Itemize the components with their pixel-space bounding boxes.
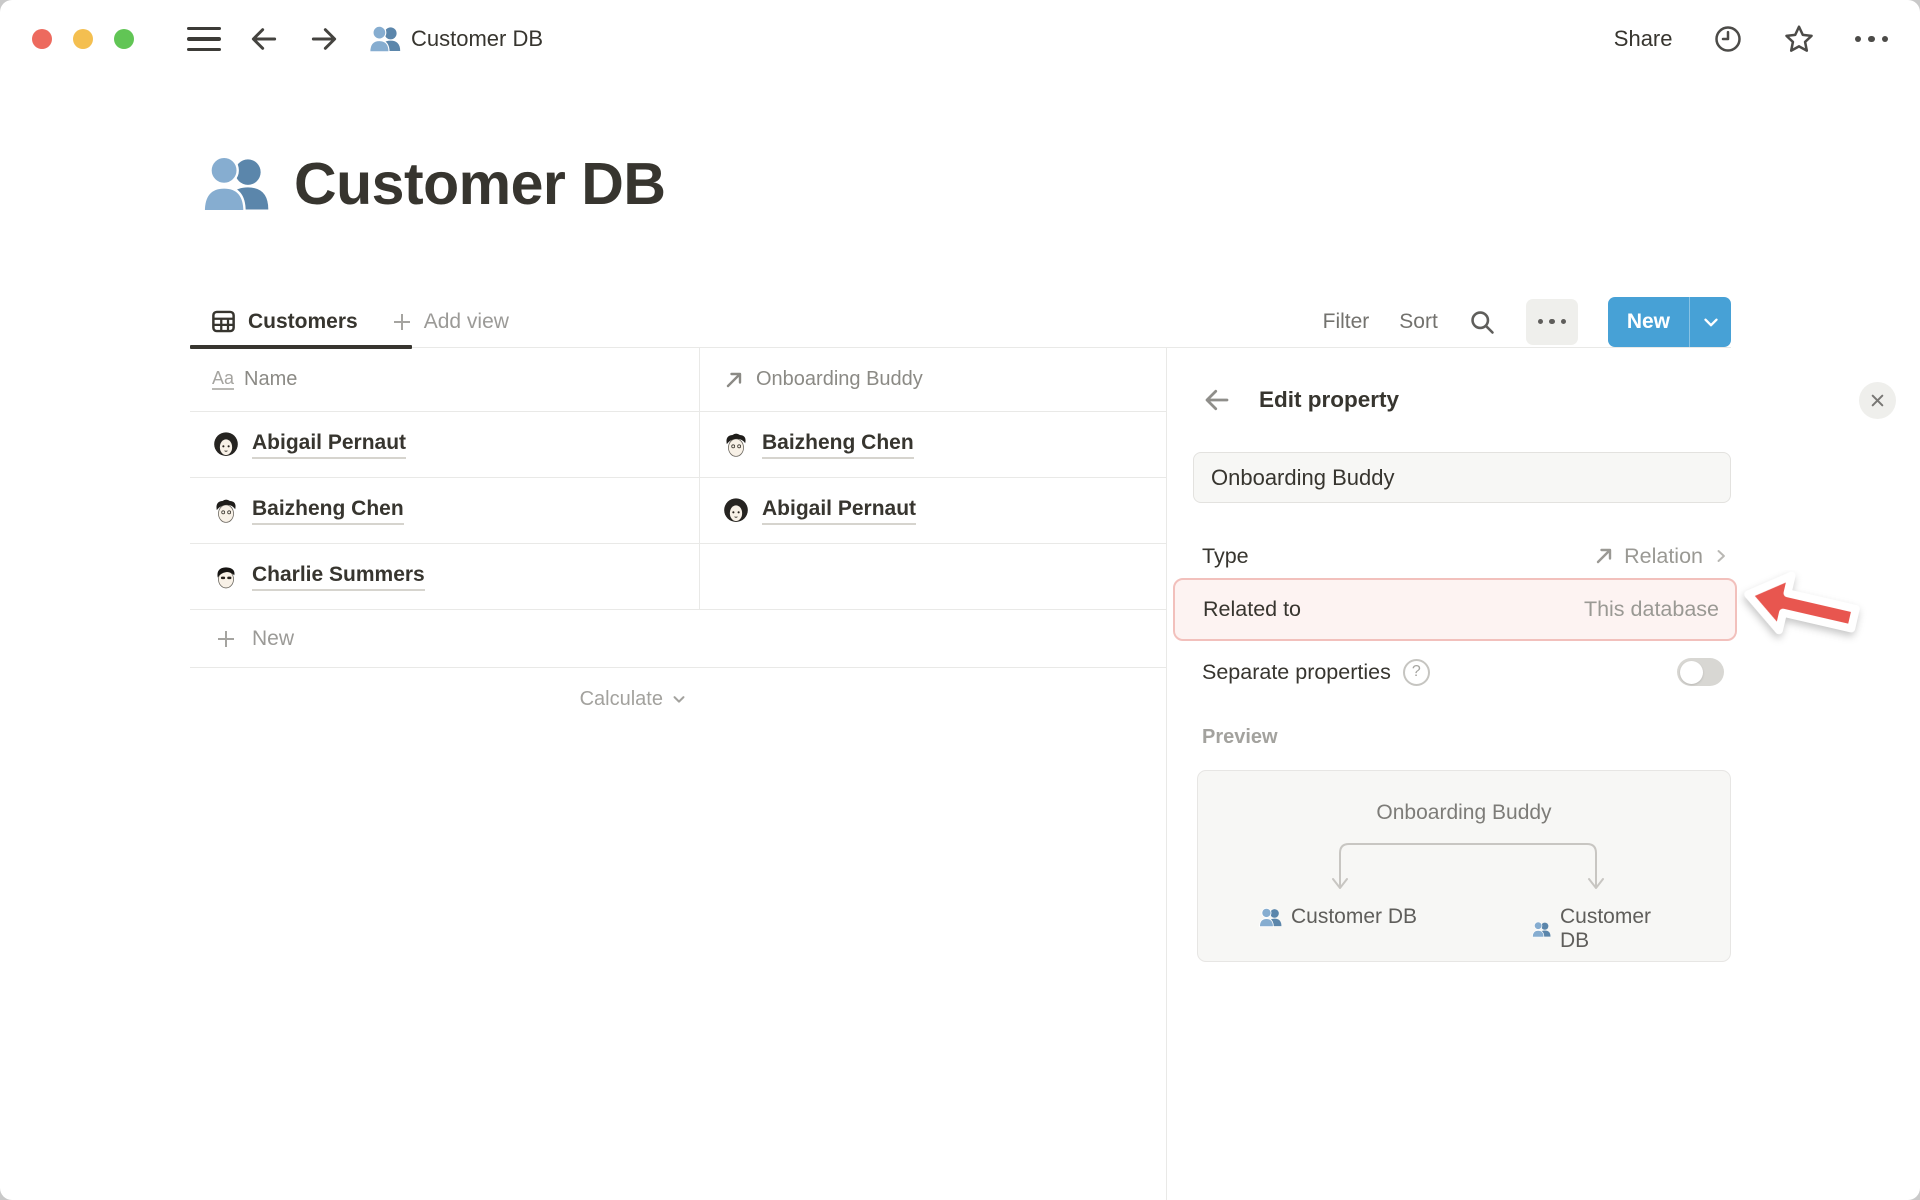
calculate-label: Calculate xyxy=(579,687,663,710)
relation-link[interactable]: Abigail Pernaut xyxy=(762,497,917,525)
avatar-charlie xyxy=(212,563,240,591)
people-icon xyxy=(1532,918,1551,941)
page-link[interactable]: Charlie Summers xyxy=(252,563,425,591)
avatar-abigail xyxy=(212,431,240,459)
relation-bracket-arrows xyxy=(1332,843,1604,889)
column-buddy-label: Onboarding Buddy xyxy=(756,368,923,390)
related-to-label: Related to xyxy=(1203,597,1302,621)
relation-arrow-icon xyxy=(1592,544,1616,568)
related-to-value: This database xyxy=(1583,597,1719,621)
avatar-baizheng xyxy=(722,431,750,459)
edit-property-panel: Edit property Type Relation Related to T… xyxy=(1166,348,1920,1200)
window-titlebar: Customer DB Share xyxy=(0,0,1920,78)
new-button-label[interactable]: New xyxy=(1608,297,1689,347)
separate-properties-toggle[interactable] xyxy=(1677,658,1724,686)
property-name-input[interactable] xyxy=(1193,452,1731,503)
annotation-arrow-red xyxy=(1744,571,1860,635)
minimize-window-button[interactable] xyxy=(73,29,93,49)
page-icon-people[interactable] xyxy=(202,150,270,218)
breadcrumb-page-title[interactable]: Customer DB xyxy=(411,26,543,52)
close-icon[interactable] xyxy=(1859,381,1896,419)
table-row: Charlie Summers xyxy=(190,544,1166,610)
more-options-icon[interactable] xyxy=(1854,35,1888,43)
history-clock-icon[interactable] xyxy=(1713,24,1743,54)
text-property-icon: Aa xyxy=(212,368,235,390)
cell-name[interactable]: Abigail Pernaut xyxy=(190,412,700,477)
view-options-button[interactable] xyxy=(1525,298,1578,345)
search-icon[interactable] xyxy=(1468,308,1496,336)
add-view-label: Add view xyxy=(423,309,509,333)
cell-buddy-empty[interactable] xyxy=(700,544,1166,609)
table-row: Baizheng Chen Abigail Pernaut xyxy=(190,478,1166,544)
chevron-right-icon xyxy=(1711,546,1731,566)
relation-link[interactable]: Baizheng Chen xyxy=(762,431,914,459)
separate-properties-label: Separate properties xyxy=(1202,659,1391,684)
cell-name[interactable]: Baizheng Chen xyxy=(190,478,700,543)
share-button[interactable]: Share xyxy=(1614,26,1673,52)
type-value: Relation xyxy=(1624,543,1703,568)
close-window-button[interactable] xyxy=(32,29,52,49)
forward-arrow-icon[interactable] xyxy=(307,22,341,56)
tab-label: Customers xyxy=(248,309,358,333)
new-button-chevron-down-icon[interactable] xyxy=(1690,297,1731,347)
table-header-row: Aa Name Onboarding Buddy xyxy=(190,348,1166,412)
chevron-down-icon xyxy=(670,690,688,708)
notion-window: Customer DB Share Customer DB Customers … xyxy=(0,0,1920,1200)
preview-db-label: Customer DB xyxy=(1290,905,1418,928)
page-link[interactable]: Abigail Pernaut xyxy=(252,431,407,459)
cell-buddy[interactable]: Baizheng Chen xyxy=(700,412,1166,477)
preview-relation-name: Onboarding Buddy xyxy=(1376,801,1552,824)
panel-title: Edit property xyxy=(1259,387,1400,412)
related-to-row-highlighted[interactable]: Related to This database xyxy=(1173,578,1737,641)
help-question-icon[interactable]: ? xyxy=(1402,658,1430,686)
page-link[interactable]: Baizheng Chen xyxy=(252,497,404,525)
breadcrumb-page-icon xyxy=(369,23,401,55)
sidebar-menu-icon[interactable] xyxy=(187,27,221,51)
calculate-row: Calculate xyxy=(190,668,1166,730)
type-row[interactable]: Type Relation xyxy=(1202,532,1731,580)
column-header-onboarding-buddy[interactable]: Onboarding Buddy xyxy=(700,348,1166,411)
column-name-label: Name xyxy=(244,368,298,390)
preview-section-label: Preview xyxy=(1202,726,1278,748)
calculate-button[interactable]: Calculate xyxy=(190,668,700,730)
filter-button[interactable]: Filter xyxy=(1323,310,1370,334)
plus-icon xyxy=(214,627,238,651)
preview-database-left: Customer DB xyxy=(1259,905,1417,929)
new-row-button[interactable]: New xyxy=(190,610,1166,668)
back-arrow-icon[interactable] xyxy=(247,22,281,56)
separate-properties-row: Separate properties ? xyxy=(1202,648,1724,696)
view-toolbar: Customers Add view Filter Sort New xyxy=(190,296,1731,349)
avatar-baizheng xyxy=(212,497,240,525)
customers-table: Aa Name Onboarding Buddy Abigail Pernaut… xyxy=(190,348,1166,730)
favorite-star-icon[interactable] xyxy=(1783,23,1815,55)
table-view-icon xyxy=(210,308,237,335)
type-label: Type xyxy=(1202,543,1249,568)
tab-customers[interactable]: Customers xyxy=(190,308,358,335)
panel-back-arrow-icon[interactable] xyxy=(1202,385,1232,415)
new-row-label: New xyxy=(252,626,295,650)
cell-buddy[interactable]: Abigail Pernaut xyxy=(700,478,1166,543)
new-record-button[interactable]: New xyxy=(1607,296,1731,347)
cell-name[interactable]: Charlie Summers xyxy=(190,544,700,609)
avatar-abigail xyxy=(722,497,750,525)
column-header-name[interactable]: Aa Name xyxy=(190,348,700,411)
people-icon xyxy=(1259,906,1282,929)
zoom-window-button[interactable] xyxy=(114,29,134,49)
sort-button[interactable]: Sort xyxy=(1399,310,1438,334)
page-title[interactable]: Customer DB xyxy=(294,150,666,218)
preview-db-label: Customer DB xyxy=(1559,905,1652,952)
add-view-button[interactable]: Add view xyxy=(390,310,509,334)
table-row: Abigail Pernaut Baizheng Chen xyxy=(190,412,1166,478)
relation-preview-box: Onboarding Buddy Customer DB Customer DB xyxy=(1197,770,1731,962)
plus-icon xyxy=(390,310,414,334)
relation-arrow-icon xyxy=(722,368,746,392)
preview-database-right: Customer DB xyxy=(1532,905,1664,953)
